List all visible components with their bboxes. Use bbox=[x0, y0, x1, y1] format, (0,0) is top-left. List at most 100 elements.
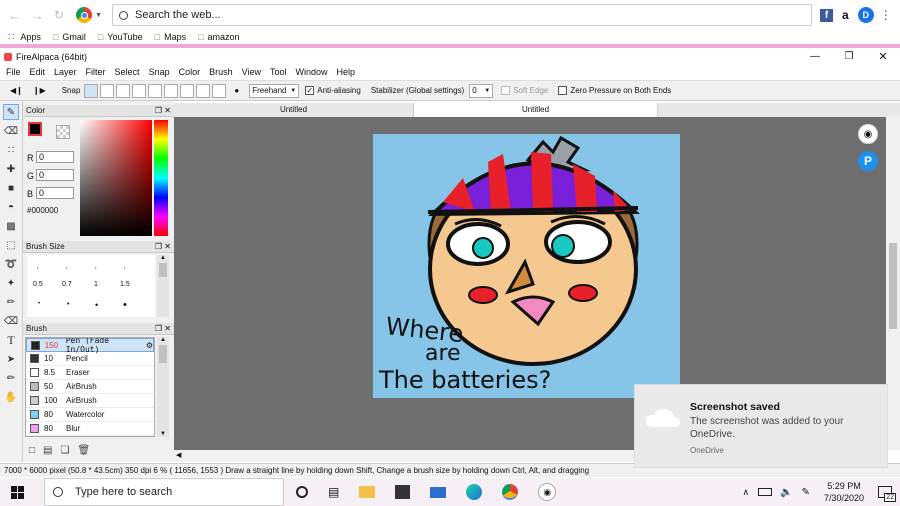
edge-icon[interactable] bbox=[466, 484, 483, 500]
eraser-tool-icon[interactable]: ⌫ bbox=[3, 123, 19, 139]
new-brush-icon[interactable]: □ bbox=[29, 445, 35, 456]
bookmark-gmail[interactable]: Gmail bbox=[62, 32, 86, 42]
duplicate-icon[interactable]: ❏ bbox=[61, 445, 70, 456]
store-icon[interactable] bbox=[395, 485, 411, 499]
profile-avatar[interactable]: D bbox=[857, 7, 874, 23]
penguin-avatar-icon[interactable]: ◉ bbox=[858, 124, 878, 144]
vertical-scrollbar[interactable] bbox=[886, 117, 900, 450]
windows-start-icon[interactable] bbox=[11, 485, 24, 499]
brush-item-airbrush[interactable]: 50 AirBrush bbox=[26, 380, 154, 394]
snap-off-icon[interactable] bbox=[84, 83, 99, 98]
browser-menu-icon[interactable]: ⋮ bbox=[880, 8, 892, 22]
p-extension-icon[interactable]: P bbox=[858, 151, 878, 171]
undock-icon[interactable]: ❐ bbox=[155, 242, 162, 251]
clock[interactable]: 5:29 PM 7/30/2020 bbox=[824, 480, 864, 504]
brush-item-pencil[interactable]: 10 Pencil bbox=[26, 352, 154, 366]
snap-circle-icon[interactable] bbox=[180, 83, 195, 98]
tab-untitled-1[interactable]: Untitled bbox=[174, 103, 414, 117]
menu-tool[interactable]: Tool bbox=[270, 67, 287, 77]
brush-item-pen[interactable]: 150 Pen (Fade In/Out) ⚙ bbox=[26, 338, 154, 354]
snap-vanishing-icon[interactable] bbox=[148, 83, 163, 98]
apps-grid-icon[interactable]: ∷ bbox=[8, 32, 14, 43]
facebook-extension-icon[interactable]: f bbox=[820, 8, 833, 22]
tab-untitled-2[interactable]: Untitled bbox=[414, 103, 658, 117]
reload-icon[interactable]: ↻ bbox=[54, 8, 64, 22]
amazon-extension-icon[interactable]: a bbox=[842, 8, 849, 22]
r-input[interactable]: 0 bbox=[36, 151, 74, 163]
bookmark-maps[interactable]: Maps bbox=[164, 32, 186, 42]
bookmark-amazon[interactable]: amazon bbox=[208, 32, 240, 42]
panel-close-icon[interactable]: ✕ bbox=[164, 242, 171, 251]
foreground-color-swatch[interactable] bbox=[28, 122, 42, 136]
move-tool-icon[interactable]: ✚ bbox=[3, 161, 19, 177]
snap-grid-icon[interactable] bbox=[116, 83, 131, 98]
bucket-tool-icon[interactable]: ◓ bbox=[3, 199, 19, 215]
menu-color[interactable]: Color bbox=[179, 67, 201, 77]
brush-list-scrollbar[interactable]: ▲ ▼ bbox=[157, 337, 169, 437]
taskbar-search[interactable]: Type here to search bbox=[44, 478, 284, 506]
background-color-swatch[interactable] bbox=[56, 125, 70, 139]
scroll-left-icon[interactable]: ◀ bbox=[176, 451, 181, 459]
menu-filter[interactable]: Filter bbox=[86, 67, 106, 77]
snap-parallel-icon[interactable] bbox=[100, 83, 115, 98]
taskbar-search-input[interactable]: Type here to search bbox=[75, 486, 172, 498]
hand-tool-icon[interactable]: ✋ bbox=[3, 389, 19, 405]
omnibox-input[interactable]: Search the web... bbox=[135, 9, 221, 21]
brush-size-grid[interactable]: • • • • 0.5 0.7 1 1.5 • • • • bbox=[27, 255, 155, 317]
operation-tool-icon[interactable]: ➤ bbox=[3, 351, 19, 367]
minimize-button[interactable]: — bbox=[798, 51, 832, 62]
scroll-thumb[interactable] bbox=[889, 243, 897, 329]
undock-icon[interactable]: ❐ bbox=[155, 324, 162, 333]
snap-curve-icon[interactable] bbox=[196, 83, 211, 98]
menu-window[interactable]: Window bbox=[296, 67, 328, 77]
menu-snap[interactable]: Snap bbox=[149, 67, 170, 77]
pen-workspace-icon[interactable]: ✎ bbox=[802, 487, 810, 498]
lasso-tool-icon[interactable]: ➰ bbox=[3, 256, 19, 272]
hue-slider[interactable] bbox=[154, 120, 168, 236]
brush-item-watercolor[interactable]: 80 Watercolor bbox=[26, 408, 154, 422]
menu-layer[interactable]: Layer bbox=[54, 67, 77, 77]
snap-3d-icon[interactable] bbox=[212, 83, 227, 98]
undock-icon[interactable]: ❐ bbox=[155, 106, 162, 115]
artwork-canvas[interactable]: Where are The batteries? bbox=[373, 134, 680, 398]
restore-button[interactable]: ❐ bbox=[832, 51, 866, 62]
trash-icon[interactable]: 🗑 bbox=[77, 445, 90, 456]
scroll-thumb[interactable] bbox=[159, 345, 167, 363]
brush-item-eraser[interactable]: 8.5 Eraser bbox=[26, 366, 154, 380]
select-rect-tool-icon[interactable]: ⬚ bbox=[3, 237, 19, 253]
task-view-icon[interactable]: ▤ bbox=[328, 485, 339, 499]
battery-icon[interactable] bbox=[758, 488, 773, 496]
back-icon[interactable]: ← bbox=[8, 8, 21, 23]
bookmark-apps[interactable]: Apps bbox=[20, 32, 41, 42]
stroke-mode-select[interactable]: Freehand ▼ bbox=[249, 83, 300, 98]
magic-wand-tool-icon[interactable]: ✦ bbox=[3, 275, 19, 291]
scroll-down-icon[interactable]: ▼ bbox=[160, 431, 166, 437]
zero-pressure-checkbox[interactable] bbox=[558, 86, 568, 95]
next-icon[interactable]: ❙▶ bbox=[33, 86, 46, 95]
forward-icon[interactable]: → bbox=[31, 8, 44, 23]
volume-icon[interactable]: 🔈 bbox=[780, 487, 792, 498]
menu-file[interactable]: File bbox=[6, 67, 21, 77]
brush-item-blur[interactable]: 80 Blur bbox=[26, 422, 154, 436]
select-pen-tool-icon[interactable]: ✏ bbox=[3, 294, 19, 310]
stabilizer-select[interactable]: 0 ▼ bbox=[469, 83, 494, 98]
fill-rect-tool-icon[interactable]: ■ bbox=[3, 180, 19, 196]
menu-help[interactable]: Help bbox=[337, 67, 356, 77]
file-explorer-icon[interactable] bbox=[359, 486, 376, 498]
b-input[interactable]: 0 bbox=[36, 187, 74, 199]
antialias-checkbox[interactable]: ✓ bbox=[305, 86, 315, 95]
chrome-menu-chevron-icon[interactable]: ▼ bbox=[95, 12, 102, 19]
brush-item-airbrush-2[interactable]: 100 AirBrush bbox=[26, 394, 154, 408]
notification-center-icon[interactable]: 22 bbox=[878, 486, 896, 502]
soft-edge-checkbox[interactable] bbox=[501, 86, 511, 95]
eyedropper-tool-icon[interactable]: ✏ bbox=[3, 370, 19, 386]
snap-radial-icon[interactable] bbox=[164, 83, 179, 98]
cortana-icon[interactable] bbox=[296, 486, 308, 498]
text-tool-icon[interactable]: T bbox=[3, 332, 19, 348]
menu-view[interactable]: View bbox=[242, 67, 261, 77]
scroll-up-icon[interactable]: ▲ bbox=[157, 255, 169, 261]
prev-icon[interactable]: ◀❙ bbox=[10, 86, 23, 95]
snap-crisscross-icon[interactable] bbox=[132, 83, 147, 98]
menu-brush[interactable]: Brush bbox=[209, 67, 233, 77]
menu-edit[interactable]: Edit bbox=[30, 67, 46, 77]
